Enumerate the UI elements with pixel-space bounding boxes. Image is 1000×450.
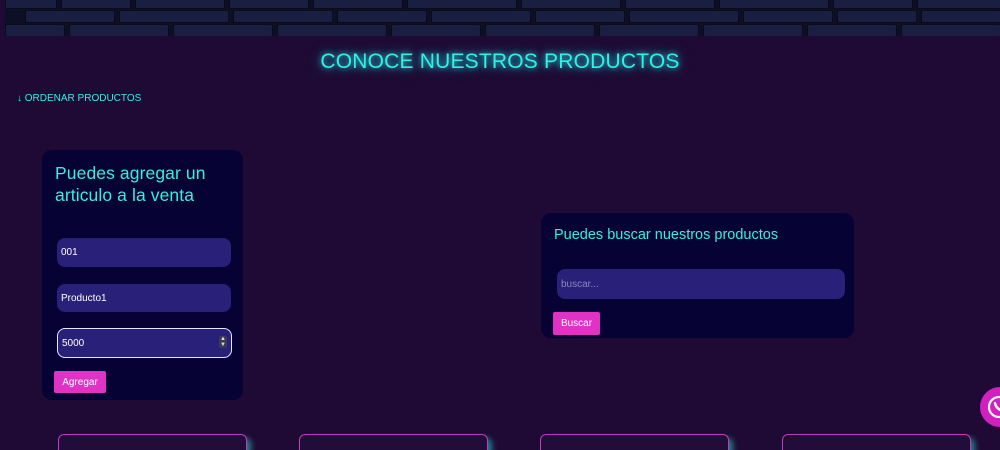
search-card: Puedes buscar nuestros productos buscar.… bbox=[541, 213, 854, 338]
product-name-input[interactable]: Producto1 bbox=[57, 284, 231, 312]
add-product-card: Puedes agregar un articulo a la venta 00… bbox=[42, 150, 243, 400]
add-button[interactable]: Agregar bbox=[54, 371, 106, 393]
product-code-value: 001 bbox=[61, 247, 78, 258]
search-button[interactable]: Buscar bbox=[553, 312, 600, 335]
product-name-value: Producto1 bbox=[61, 292, 107, 304]
sort-products-link[interactable]: ↓ ORDENAR PRODUCTOS bbox=[17, 93, 141, 104]
add-product-title: Puedes agregar un articulo a la venta bbox=[55, 163, 206, 205]
product-price-value: 5000 bbox=[62, 337, 85, 349]
search-input[interactable]: buscar... bbox=[557, 269, 845, 299]
product-code-input[interactable]: 001 bbox=[57, 238, 231, 267]
page-title: CONOCE NUESTROS PRODUCTOS bbox=[320, 50, 680, 73]
product-card[interactable] bbox=[58, 434, 247, 450]
product-price-input[interactable]: 5000 ▲ ▼ bbox=[57, 328, 232, 358]
product-card[interactable] bbox=[540, 434, 729, 450]
search-placeholder: buscar... bbox=[561, 278, 599, 290]
product-card[interactable] bbox=[299, 434, 488, 450]
search-card-title: Puedes buscar nuestros productos bbox=[554, 227, 779, 243]
header-banner bbox=[5, 0, 1000, 36]
product-card[interactable] bbox=[782, 434, 971, 450]
number-stepper-icon[interactable]: ▲ ▼ bbox=[219, 336, 227, 348]
whatsapp-icon[interactable] bbox=[980, 387, 1000, 427]
